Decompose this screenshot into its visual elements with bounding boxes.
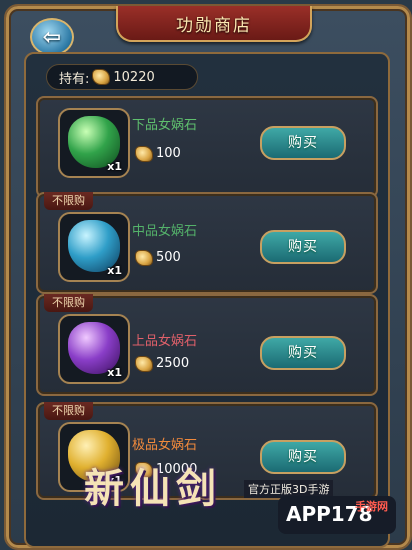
back-button[interactable]: ⇦ bbox=[30, 18, 74, 56]
item-name: 下品女娲石 bbox=[132, 118, 198, 133]
back-arrow-icon: ⇦ bbox=[42, 24, 62, 50]
unlimited-tag: 不限购 bbox=[44, 402, 93, 420]
shop-item-row: 不限购 x1 中品女娲石 500 购买 bbox=[36, 192, 378, 294]
unlimited-tag: 不限购 bbox=[44, 294, 93, 312]
item-count: x1 bbox=[107, 264, 122, 277]
item-icon-frame[interactable]: x1 bbox=[58, 108, 130, 178]
buy-button[interactable]: 购买 bbox=[260, 230, 346, 264]
item-price: 2500 bbox=[132, 356, 189, 371]
item-icon-frame[interactable]: x1 bbox=[58, 314, 130, 384]
buy-button[interactable]: 购买 bbox=[260, 336, 346, 370]
merit-coin-icon bbox=[93, 70, 110, 84]
price-value: 500 bbox=[156, 250, 181, 265]
holdings-bar: 持有: 10220 bbox=[46, 64, 198, 90]
item-name: 中品女娲石 bbox=[132, 224, 198, 239]
item-count: x1 bbox=[107, 366, 122, 379]
holdings-label: 持有: bbox=[59, 71, 90, 87]
title-plate: 功勋商店 bbox=[116, 6, 312, 42]
item-count: x1 bbox=[107, 160, 122, 173]
game-logo: 新仙剑 bbox=[84, 465, 222, 512]
price-value: 2500 bbox=[156, 356, 190, 371]
page-title: 功勋商店 bbox=[176, 16, 252, 36]
site-subtitle: 手游网 bbox=[355, 500, 388, 513]
item-price: 500 bbox=[132, 250, 181, 265]
holdings-amount: 10220 bbox=[113, 69, 155, 85]
shop-item-row: x1 下品女娲石 100 购买 bbox=[36, 96, 378, 198]
item-name: 上品女娲石 bbox=[132, 334, 198, 349]
price-value: 100 bbox=[156, 146, 181, 161]
merit-coin-icon bbox=[136, 356, 152, 371]
site-badge: APP178 手游网 bbox=[278, 496, 396, 534]
buy-button[interactable]: 购买 bbox=[260, 126, 346, 160]
merit-coin-icon bbox=[136, 250, 152, 265]
item-price: 100 bbox=[132, 146, 181, 161]
merit-coin-icon bbox=[136, 146, 152, 161]
unlimited-tag: 不限购 bbox=[44, 192, 93, 210]
item-icon-frame[interactable]: x1 bbox=[58, 212, 130, 282]
shop-item-row: 不限购 x1 上品女娲石 2500 购买 bbox=[36, 294, 378, 396]
watermark-banner: 新仙剑 官方正版3D手游 APP178 手游网 bbox=[84, 446, 404, 542]
